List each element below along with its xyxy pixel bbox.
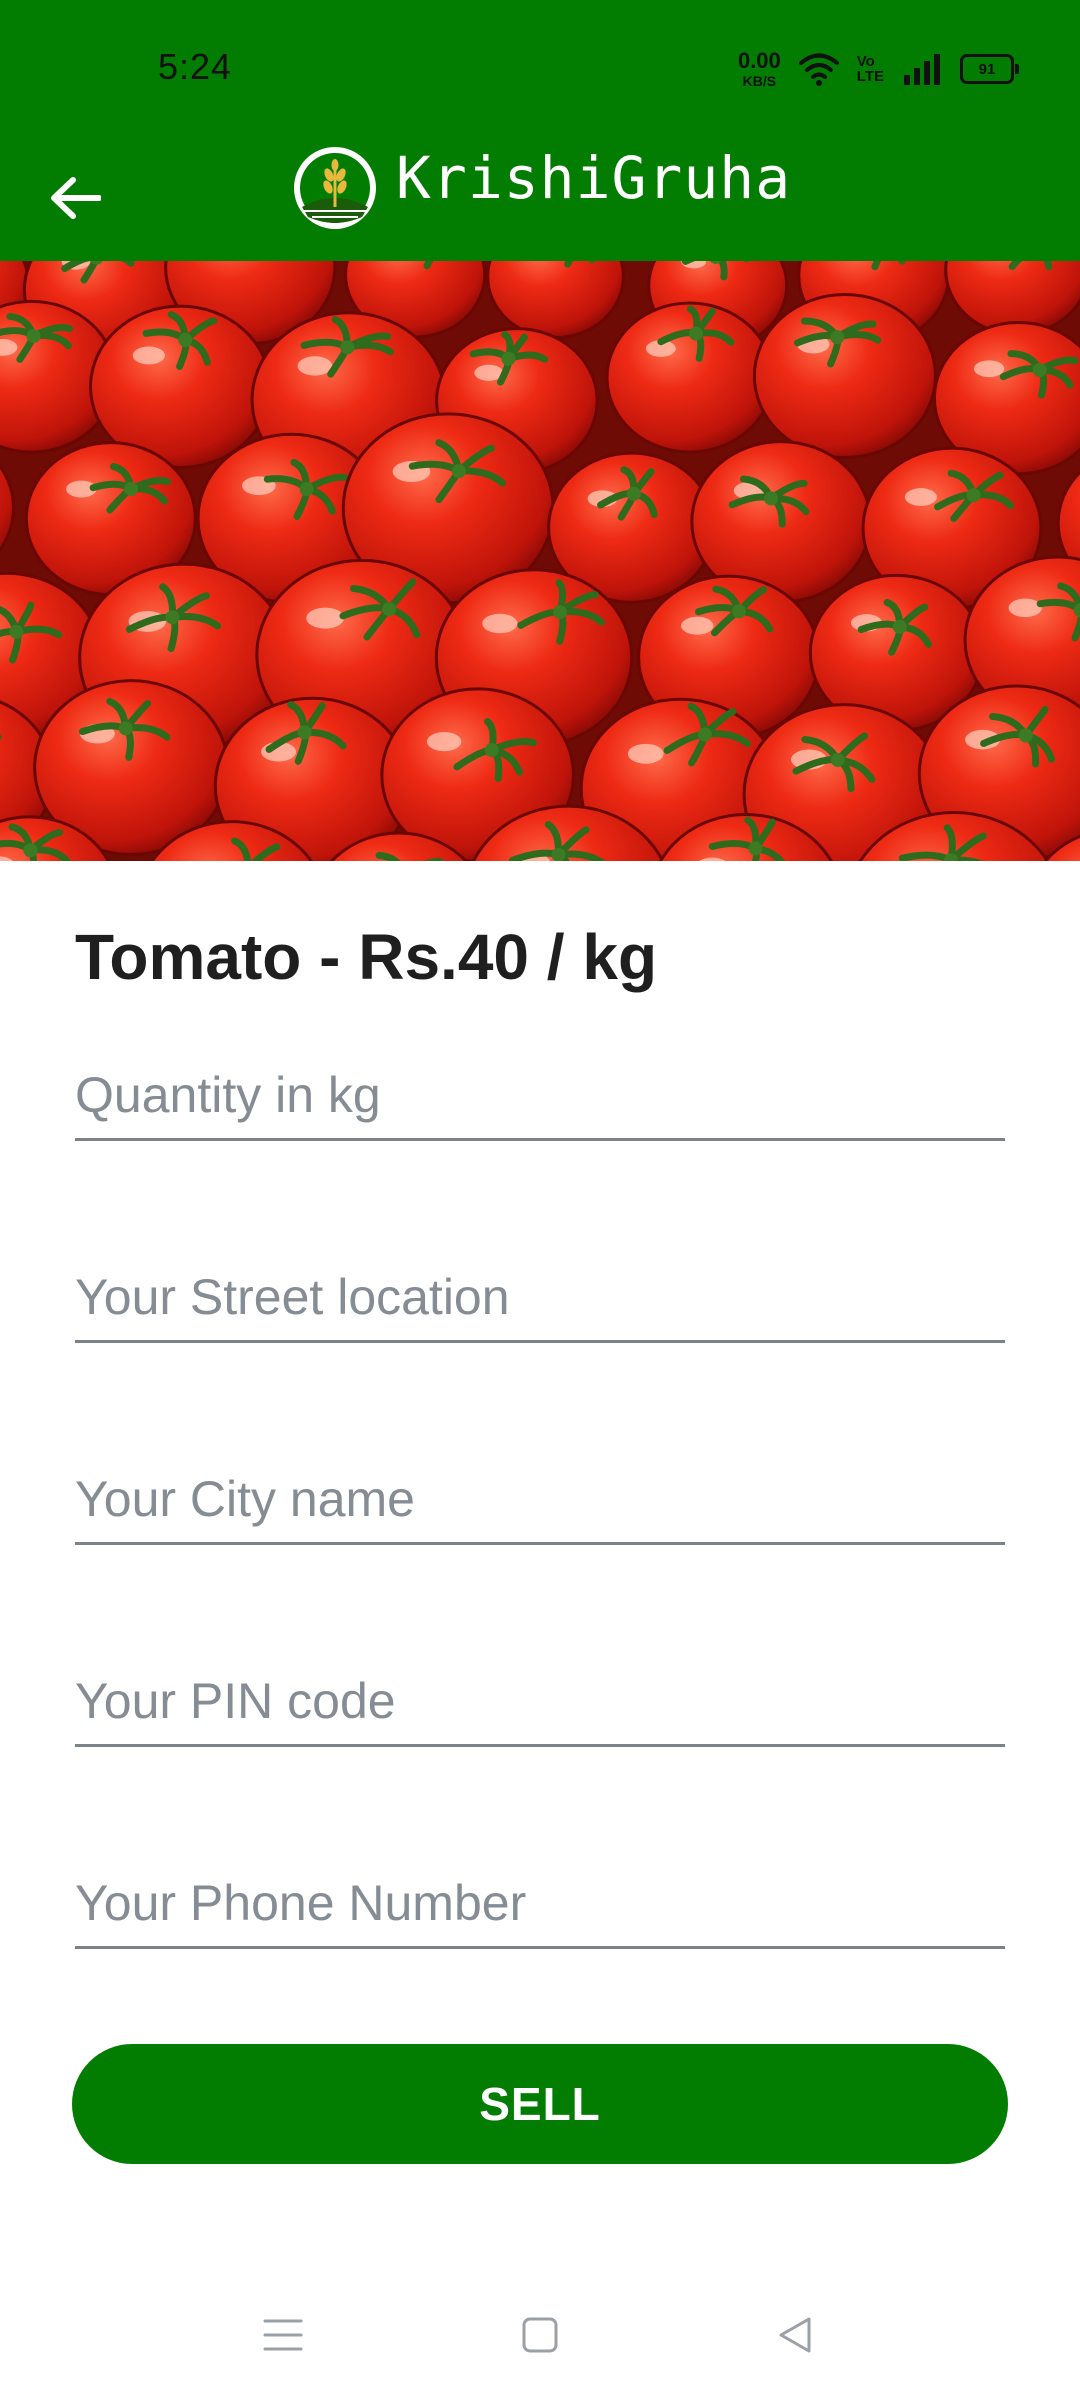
back-nav-button[interactable] (765, 2305, 825, 2365)
recents-button[interactable] (253, 2305, 313, 2365)
volte-icon: Vo LTE (857, 54, 884, 84)
triangle-back-icon (779, 2317, 811, 2353)
network-speed-unit: KB/S (742, 73, 777, 89)
volte-top: Vo (856, 53, 875, 70)
product-image (0, 261, 1080, 861)
back-button[interactable] (40, 163, 110, 233)
app-logo (294, 147, 376, 229)
wifi-icon (798, 53, 839, 86)
home-button[interactable] (510, 2305, 570, 2365)
status-bar: 5:24 0.00 KB/S Vo LTE 91 (0, 0, 1080, 135)
status-icons: 0.00 KB/S Vo LTE 91 (737, 48, 1019, 90)
signal-icon (904, 54, 940, 85)
arrow-left-icon (51, 177, 101, 219)
network-speed-value: 0.00 (737, 48, 781, 73)
square-icon (522, 2317, 558, 2353)
street-location-input[interactable] (75, 1253, 1005, 1343)
battery-icon: 91 (960, 54, 1019, 84)
status-time: 5:24 (158, 46, 233, 87)
tomato-image (0, 261, 1080, 861)
menu-icon (263, 2319, 303, 2351)
phone-number-input[interactable] (75, 1859, 1005, 1949)
sell-product-screen: 5:24 0.00 KB/S Vo LTE 91 KrishiGruha Tom… (0, 0, 1080, 2400)
quantity-input[interactable] (75, 1051, 1005, 1141)
app-bar: KrishiGruha (0, 135, 1080, 261)
volte-bottom: LTE (856, 68, 884, 85)
network-speed: 0.00 KB/S (737, 48, 781, 89)
city-name-input[interactable] (75, 1455, 1005, 1545)
product-title: Tomato - Rs.40 / kg (75, 921, 658, 993)
system-nav-bar (0, 2270, 1080, 2400)
app-title: KrishiGruha (396, 144, 792, 212)
battery-level: 91 (978, 60, 996, 78)
sell-button[interactable]: SELL (72, 2044, 1008, 2164)
pin-code-input[interactable] (75, 1657, 1005, 1747)
